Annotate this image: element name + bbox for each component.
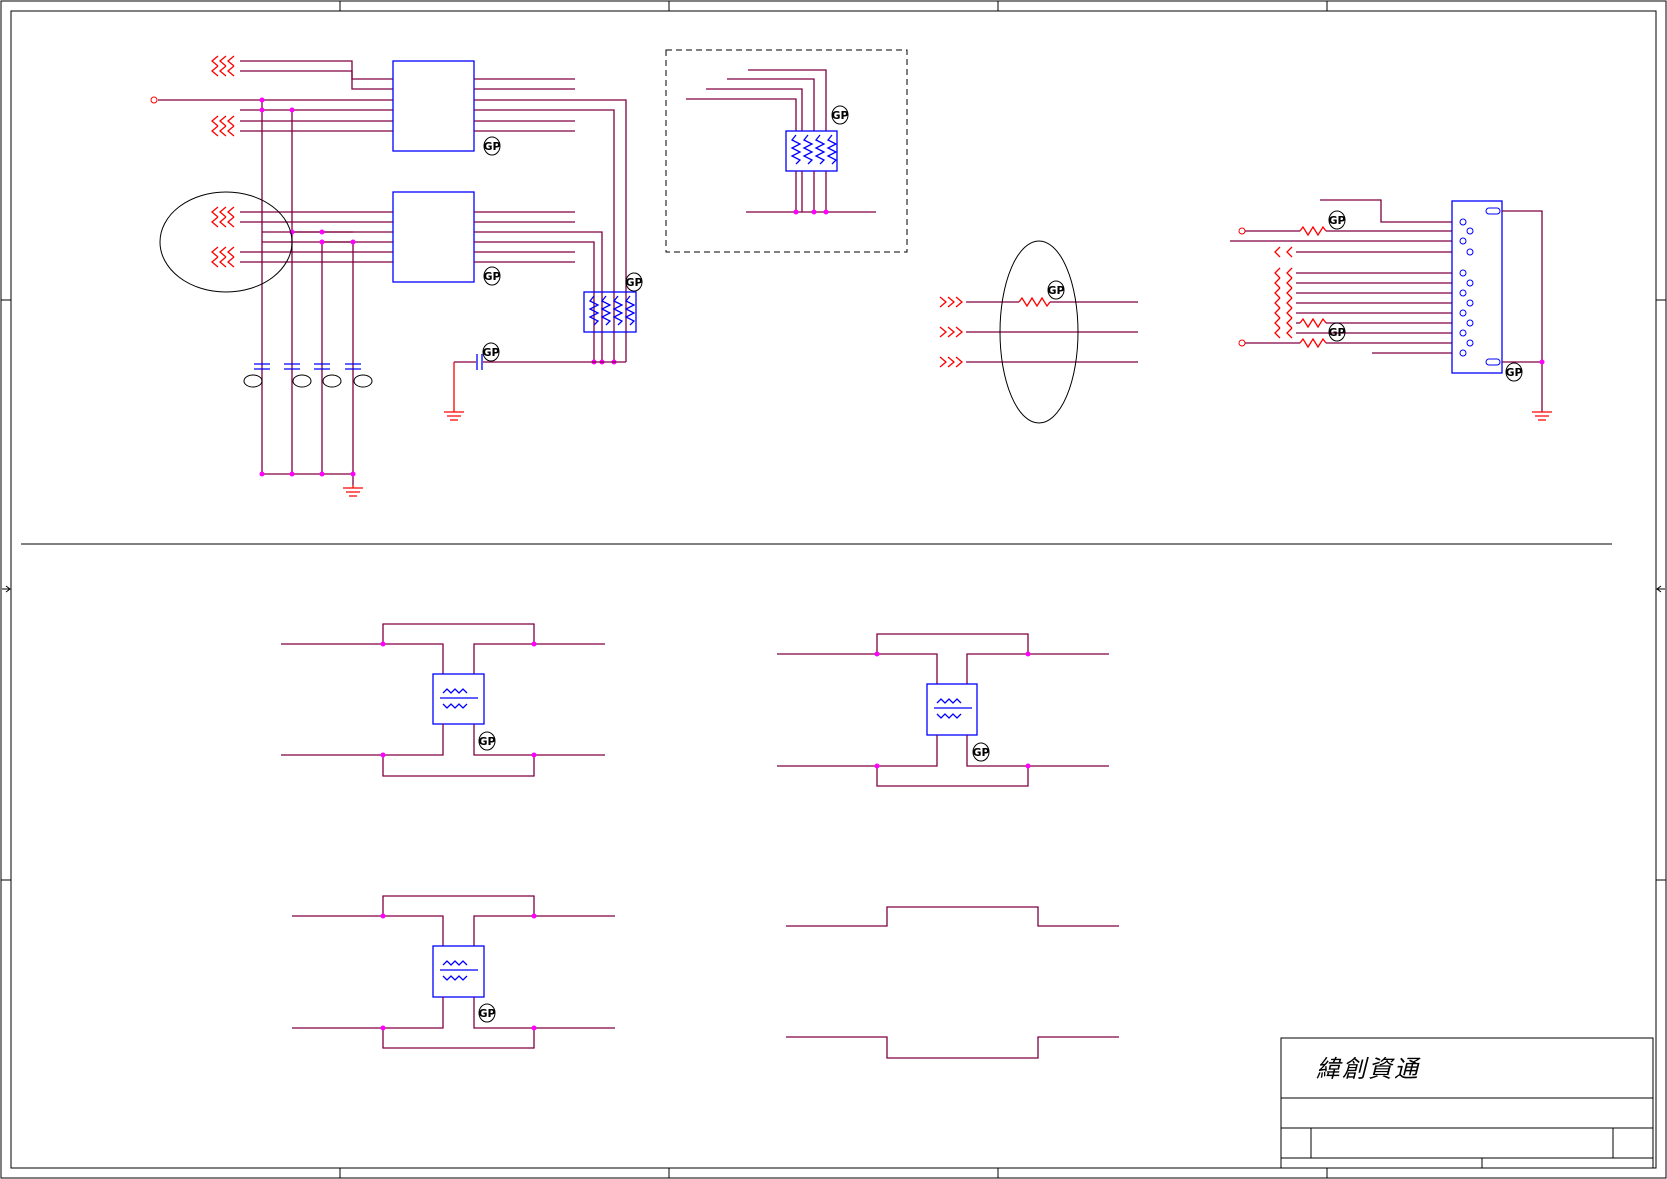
gp-marker-label: GP xyxy=(1328,326,1345,339)
resistor-icon xyxy=(1299,317,1327,329)
top-left-network xyxy=(150,55,637,497)
resistor-icon xyxy=(1299,337,1327,349)
capacitor-icon xyxy=(254,363,361,370)
gp-marker-label: GP xyxy=(482,346,499,359)
gp-marker-label: GP xyxy=(483,270,500,283)
resistor-icon xyxy=(1299,225,1327,237)
offpage-connector-icon xyxy=(1274,246,1293,339)
bridge-1 xyxy=(281,623,605,777)
offpage-terminal-icon xyxy=(1238,227,1246,235)
gp-marker-label: GP xyxy=(972,746,989,759)
top-middle-network xyxy=(665,49,908,253)
offpage-terminal-icon xyxy=(150,96,158,104)
offpage-connector-icon xyxy=(210,55,235,268)
bridge-3 xyxy=(292,895,615,1049)
bridge-2 xyxy=(777,633,1109,787)
sheet-frame xyxy=(0,0,1667,1179)
connector-icon xyxy=(1451,200,1503,374)
gp-marker-label: GP xyxy=(1047,284,1064,297)
gp-marker-label: GP xyxy=(478,1007,495,1020)
capacitor-icon xyxy=(476,354,483,370)
gp-marker-label: GP xyxy=(831,109,848,122)
common-mode-choke-icon xyxy=(926,683,978,736)
gp-marker-icon: GP GP GP GP GP GP GP GP GP GP GP GP xyxy=(478,105,1523,1023)
ic-u2 xyxy=(392,191,475,283)
gp-marker-label: GP xyxy=(1505,366,1522,379)
offpage-connector-icon xyxy=(939,296,964,368)
gp-marker-label: GP xyxy=(478,735,495,748)
ic-u1 xyxy=(392,60,475,152)
ground-icon xyxy=(1532,411,1552,421)
common-mode-choke-icon xyxy=(432,673,485,725)
gp-marker-label: GP xyxy=(625,276,642,289)
gp-marker-label: GP xyxy=(1328,214,1345,227)
company-name: 緯創資通 xyxy=(1316,1055,1420,1083)
right-connector-network xyxy=(1230,199,1552,421)
bridge-4 xyxy=(786,906,1119,1059)
resistor-icon xyxy=(1018,296,1051,308)
ground-icon xyxy=(343,485,363,497)
gp-marker-label: GP xyxy=(483,140,500,153)
middle-right-network xyxy=(939,240,1138,424)
ground-icon xyxy=(444,411,464,421)
offpage-terminal-icon xyxy=(1238,339,1246,347)
common-mode-choke-icon xyxy=(432,945,485,998)
